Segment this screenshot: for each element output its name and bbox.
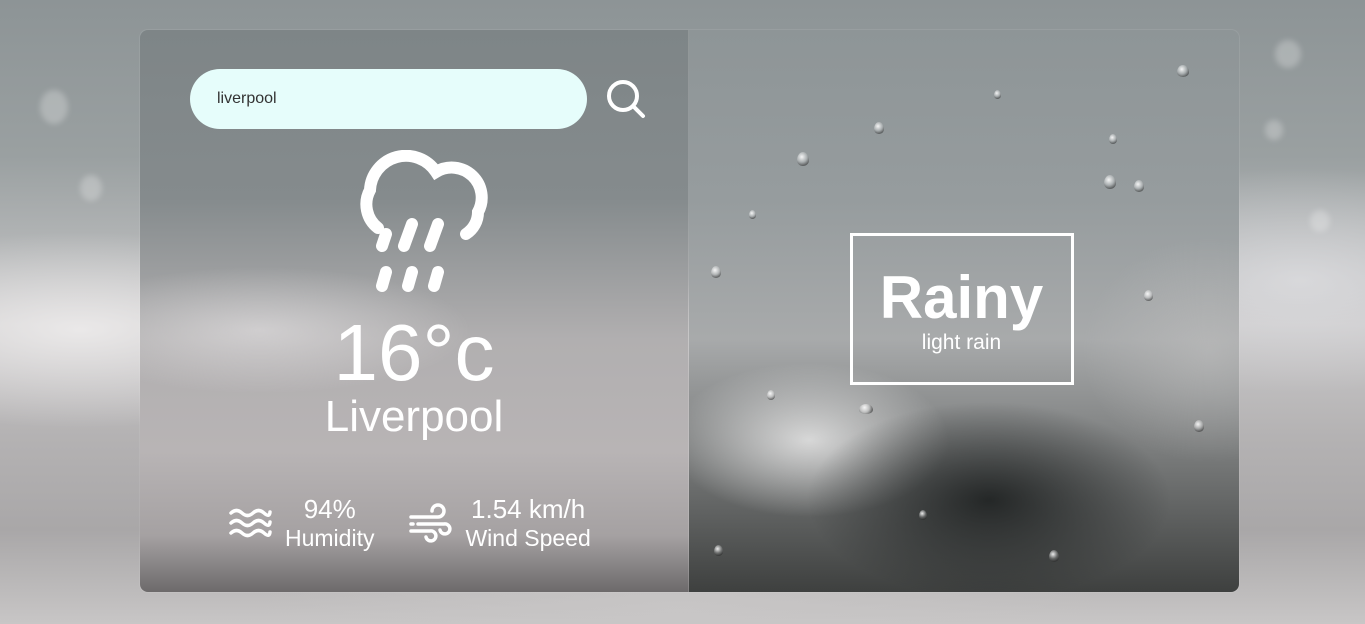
raindrop — [1133, 180, 1144, 192]
raindrop — [748, 210, 756, 219]
background-drop — [80, 175, 102, 201]
raindrop — [1108, 134, 1117, 144]
background-drop — [1275, 40, 1301, 68]
background-drop — [1265, 120, 1283, 140]
raindrop — [710, 266, 721, 278]
humidity-label: Humidity — [285, 525, 375, 551]
condition-box: Rainy light rain — [849, 233, 1074, 385]
waves-icon — [229, 508, 272, 538]
wind-text: 1.54 km/h Wind Speed — [465, 494, 590, 552]
background-drop — [1310, 210, 1330, 232]
raindrop — [858, 404, 873, 414]
search-icon[interactable] — [605, 78, 647, 120]
raindrop — [1103, 175, 1116, 189]
rain-cloud-icon — [360, 150, 488, 292]
wind-value: 1.54 km/h — [471, 494, 586, 524]
raindrop — [993, 90, 1001, 99]
condition-description: light rain — [921, 331, 1002, 354]
condition-panel: Rainy light rain — [688, 30, 1239, 592]
humidity-text: 94% Humidity — [285, 494, 374, 552]
search-input[interactable] — [215, 89, 559, 109]
humidity-value: 94% — [303, 494, 356, 524]
temperature: 16°c — [333, 308, 495, 397]
wind-detail: 1.54 km/h Wind Speed — [408, 494, 591, 552]
raindrop — [766, 390, 775, 400]
condition-main: Rainy — [879, 264, 1044, 331]
weather-panel: 16°c Liverpool 94% Humidity — [140, 30, 689, 592]
background-drop — [40, 90, 68, 124]
wind-icon — [409, 503, 453, 543]
raindrop — [1143, 290, 1153, 301]
humidity-detail: 94% Humidity — [228, 494, 374, 552]
search-bar — [190, 69, 587, 129]
raindrop — [1176, 65, 1189, 77]
raindrop — [918, 510, 927, 520]
weather-card: 16°c Liverpool 94% Humidity — [140, 30, 1239, 592]
raindrop — [713, 545, 723, 556]
raindrop — [1048, 550, 1059, 562]
raindrop — [873, 122, 884, 134]
wind-label: Wind Speed — [465, 525, 591, 551]
raindrop — [796, 152, 809, 166]
raindrop — [1193, 420, 1204, 432]
city-name: Liverpool — [324, 392, 504, 441]
weather-details: 94% Humidity 1.54 km/h Wind Speed — [228, 494, 591, 552]
